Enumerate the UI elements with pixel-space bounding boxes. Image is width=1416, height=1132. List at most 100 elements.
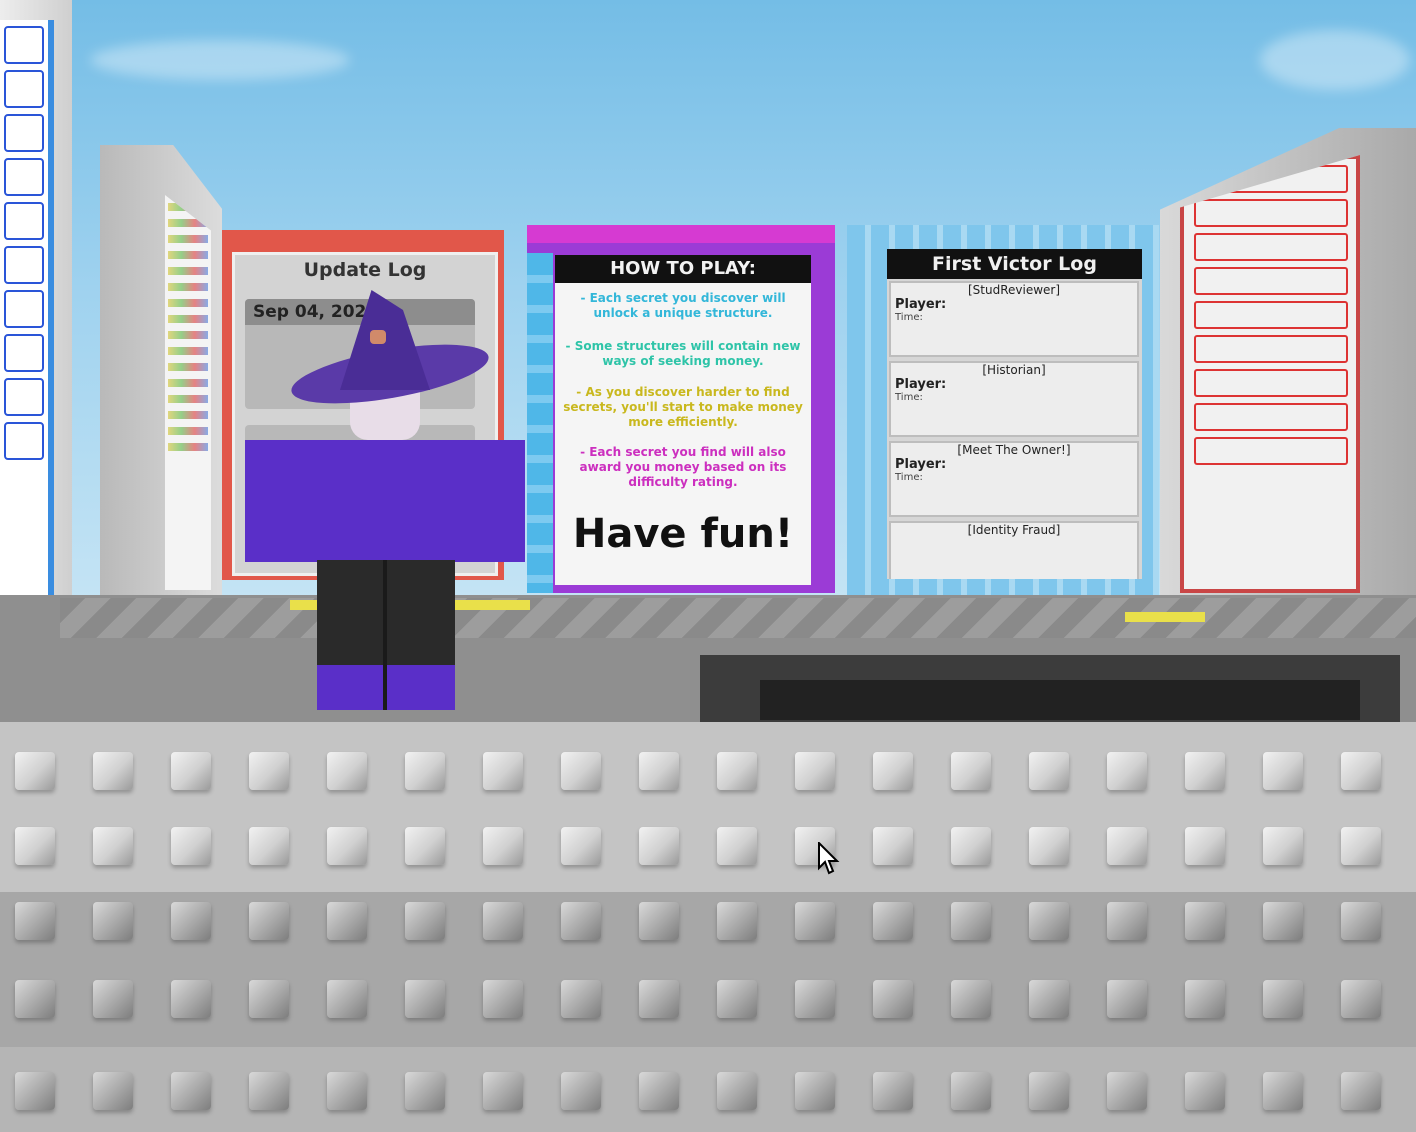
stud [327,827,367,865]
floor-pit-inner [760,680,1360,720]
victor-player-line: Player: [891,457,1137,472]
avatar-legs [317,560,455,710]
player-avatar[interactable] [245,290,525,710]
stud [327,980,367,1018]
board-trim [527,253,553,593]
victor-player-line: Player: [891,297,1137,312]
victor-time: Time: [895,312,923,323]
how-to-play-rule: - As you discover harder to find secrets… [563,385,803,429]
leaderboard-row [1194,233,1348,261]
stud [483,752,523,790]
leaderboard-row [4,158,44,196]
stud [93,827,133,865]
stud [795,902,835,940]
victor-record: [Meet The Owner!] Player: Time: [889,441,1139,517]
stud [873,980,913,1018]
leaderboard-row [1194,301,1348,329]
stud [561,980,601,1018]
stud [15,902,55,940]
how-to-play-rule: - Each secret you find will also award y… [579,445,787,489]
first-victor-log-title: First Victor Log [887,249,1142,279]
stud [639,752,679,790]
stud [1341,1072,1381,1110]
stud [405,1072,445,1110]
game-viewport[interactable]: Update Log Sep 04, 2025 HOW TO PLAY: - E… [0,0,1416,1132]
avatar-arm [455,440,525,562]
stud [1263,752,1303,790]
stud [873,752,913,790]
leaderboard-row [4,202,44,240]
leaderboard-row [4,26,44,64]
stud [15,752,55,790]
stud [327,902,367,940]
stud [951,902,991,940]
stud [93,1072,133,1110]
stud [93,902,133,940]
stud [1107,827,1147,865]
stud [717,827,757,865]
leaderboard-row [4,290,44,328]
stud [327,752,367,790]
have-fun-text: Have fun! [572,511,794,557]
stud [1029,827,1069,865]
stud [249,1072,289,1110]
leaderboard-row [1194,403,1348,431]
stud [1029,752,1069,790]
stud [561,1072,601,1110]
stud [327,1072,367,1110]
stud [951,827,991,865]
hat-band [370,330,386,344]
leaderboard-row [1194,369,1348,397]
stud [93,980,133,1018]
stud [717,752,757,790]
victor-record: [Identity Fraud] [889,521,1139,579]
victor-record: [Historian] Player: Time: [889,361,1139,437]
stud [795,752,835,790]
stud [951,980,991,1018]
stud [483,1072,523,1110]
side-board-left [165,195,211,590]
victor-badge: [Meet The Owner!] [957,443,1071,457]
stud [15,980,55,1018]
cloud [1260,30,1410,90]
leaderboard-row [1194,437,1348,465]
stud [1263,1072,1303,1110]
stud [171,980,211,1018]
leaderboard-row [4,378,44,416]
update-log-title: Update Log [303,259,427,281]
stud [639,1072,679,1110]
stud [1263,827,1303,865]
leaderboard-right [1180,155,1360,593]
stud [15,1072,55,1110]
victor-record: [StudReviewer] Player: Time: [889,281,1139,357]
stud [249,902,289,940]
stud [1185,980,1225,1018]
victor-time: Time: [895,472,923,483]
stud [639,980,679,1018]
stud [639,902,679,940]
stud [717,1072,757,1110]
stud [1029,980,1069,1018]
stud [873,827,913,865]
stud [405,980,445,1018]
stud [1341,827,1381,865]
leaderboard-row [4,334,44,372]
player-label: Player: [895,457,947,472]
stud [561,752,601,790]
leaderboard-row [4,114,44,152]
stud [405,827,445,865]
stud [249,980,289,1018]
victor-badge: [Identity Fraud] [967,523,1061,537]
stud [1107,752,1147,790]
cloud [90,40,350,80]
stud [1107,902,1147,940]
stud [1341,902,1381,940]
player-label: Player: [895,297,947,312]
stud [1185,1072,1225,1110]
stud [639,827,679,865]
stud [1341,980,1381,1018]
mouse-cursor-icon [818,842,840,875]
stud [1185,752,1225,790]
leaderboard-left [0,20,54,640]
player-label: Player: [895,377,947,392]
